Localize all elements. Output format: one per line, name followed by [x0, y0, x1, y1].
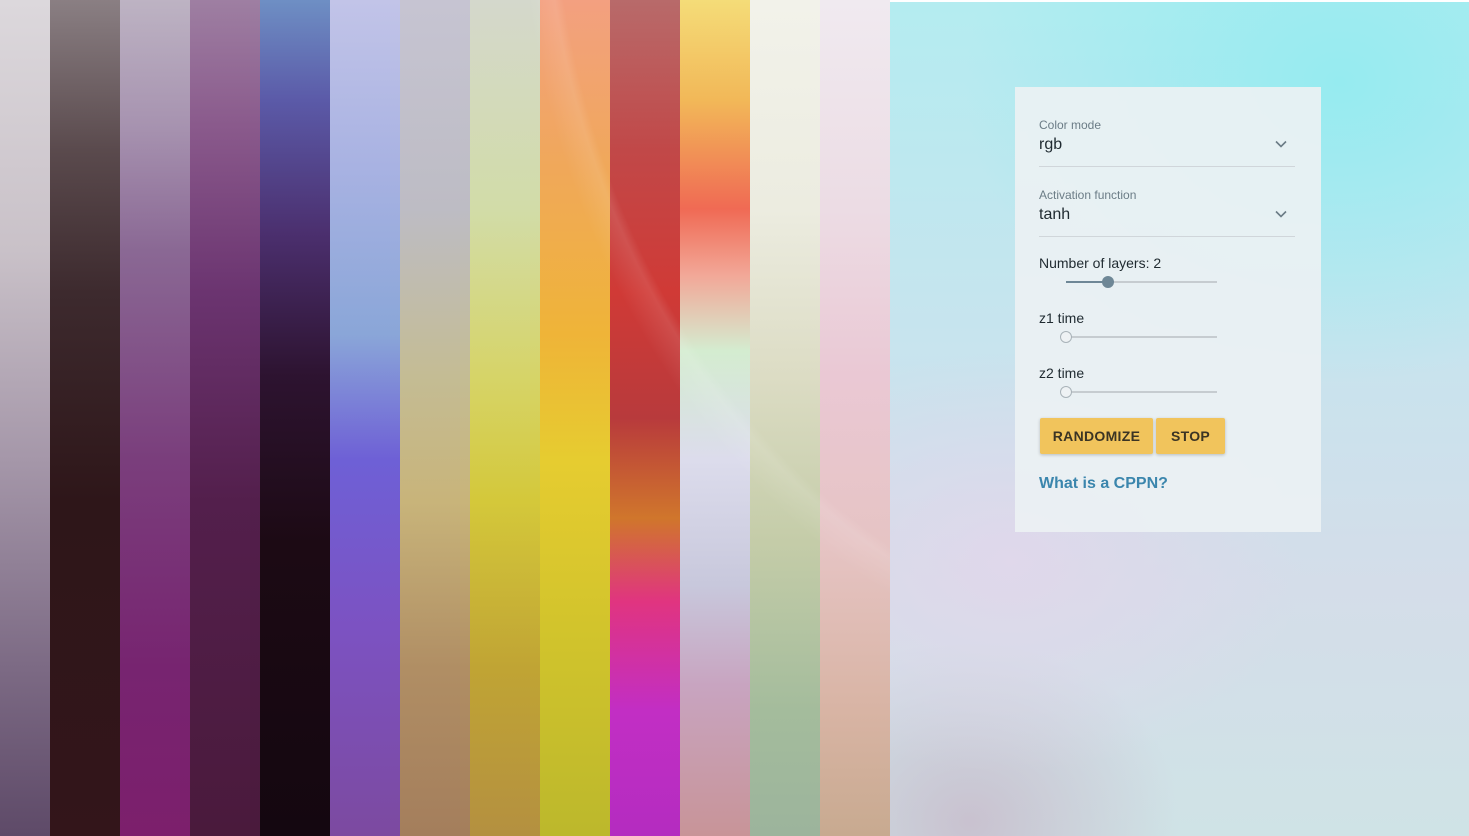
history-strip-4[interactable]: [190, 0, 260, 836]
color-mode-select[interactable]: Color mode rgb: [1039, 118, 1295, 167]
history-strip-2[interactable]: [50, 0, 120, 836]
chevron-down-icon[interactable]: [1275, 208, 1287, 220]
activation-function-select[interactable]: Activation function tanh: [1039, 188, 1295, 237]
randomize-button[interactable]: RANDOMIZE: [1040, 418, 1153, 454]
z2-time-slider[interactable]: [1060, 386, 1217, 398]
color-mode-value: rgb: [1039, 136, 1063, 153]
history-strip-1[interactable]: [0, 0, 50, 836]
what-is-cppn-link[interactable]: What is a CPPN?: [1039, 475, 1168, 493]
z1-time-slider-handle[interactable]: [1060, 331, 1072, 343]
history-strip-9[interactable]: [540, 0, 610, 836]
history-strip-10[interactable]: [610, 0, 680, 836]
history-strip-12[interactable]: [750, 0, 820, 836]
chevron-down-icon[interactable]: [1275, 138, 1287, 150]
control-panel: Color mode rgb Activation function tanh …: [1015, 87, 1321, 532]
layers-slider-label: Number of layers: 2: [1039, 255, 1162, 271]
activation-function-label: Activation function: [1039, 188, 1137, 202]
layers-slider[interactable]: [1066, 276, 1217, 288]
activation-function-value: tanh: [1039, 206, 1071, 223]
cppn-app: Color mode rgb Activation function tanh …: [0, 0, 1469, 836]
history-strip-11[interactable]: [680, 0, 750, 836]
color-mode-label: Color mode: [1039, 118, 1102, 132]
z1-time-slider[interactable]: [1060, 331, 1217, 343]
history-strip-13[interactable]: [820, 0, 890, 836]
history-strip-6[interactable]: [330, 0, 400, 836]
z2-time-slider-handle[interactable]: [1060, 386, 1072, 398]
layers-slider-handle[interactable]: [1102, 276, 1115, 288]
history-strip-3[interactable]: [120, 0, 190, 836]
z1-time-label: z1 time: [1039, 310, 1085, 326]
stop-button[interactable]: STOP: [1156, 418, 1225, 454]
history-strip-8[interactable]: [470, 0, 540, 836]
history-strip-5[interactable]: [260, 0, 330, 836]
history-strip-7[interactable]: [400, 0, 470, 836]
z2-time-label: z2 time: [1039, 365, 1085, 381]
history-strips: [0, 0, 890, 836]
